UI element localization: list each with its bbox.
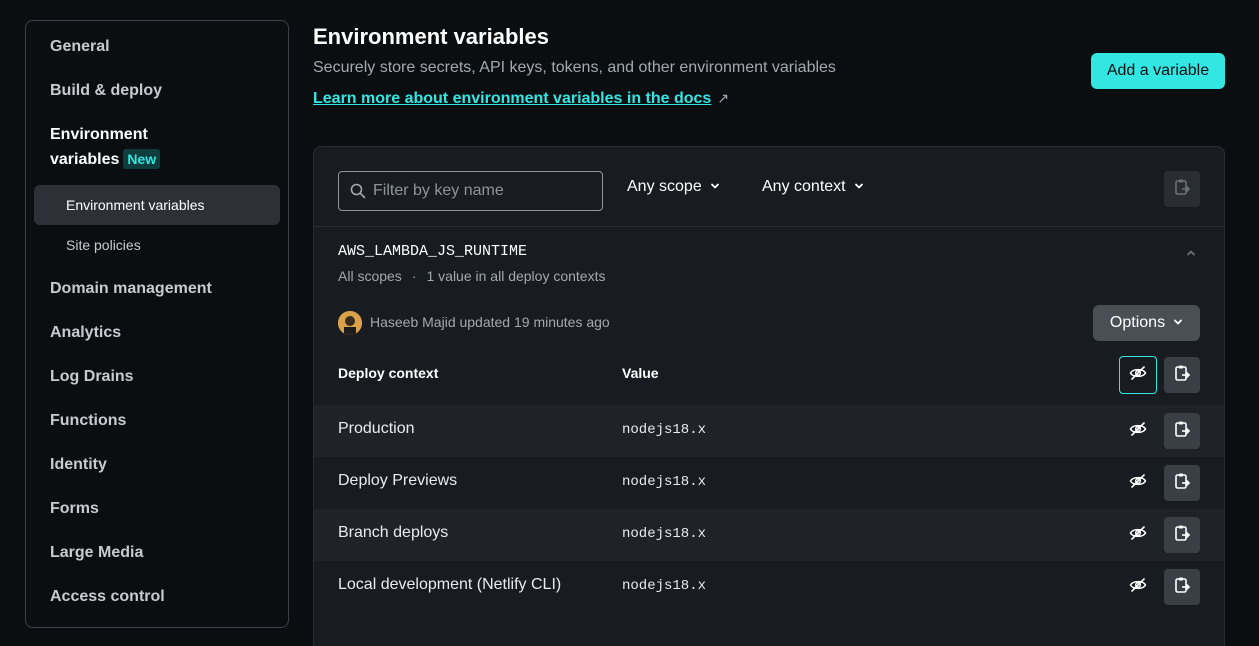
toggle-visibility-button[interactable] xyxy=(1124,573,1152,601)
context-dropdown[interactable]: Any context xyxy=(762,178,864,196)
search-field[interactable] xyxy=(338,171,603,211)
value-cell: nodejs18.x xyxy=(622,422,707,438)
variable-meta: All scopes · 1 value in all deploy context… xyxy=(338,268,606,284)
deploy-context-cell: Local development (Netlify CLI) xyxy=(338,576,562,593)
sidebar-item-general[interactable]: General xyxy=(50,37,110,57)
eye-slash-icon xyxy=(1129,576,1147,599)
table-row: Branch deploys nodejs18.x xyxy=(314,509,1224,561)
sidebar-item-label-line2: variables xyxy=(50,151,120,168)
value-cell: nodejs18.x xyxy=(622,578,707,594)
docs-link-label: Learn more about environment variables i… xyxy=(313,90,712,107)
subnav-site-policies[interactable]: Site policies xyxy=(34,225,280,265)
sidebar-item-identity[interactable]: Identity xyxy=(50,455,107,475)
variable-summary: 1 value in all deploy contexts xyxy=(426,268,606,284)
eye-slash-icon xyxy=(1129,472,1147,495)
sidebar-item-analytics[interactable]: Analytics xyxy=(50,323,121,343)
subnav-environment-variables[interactable]: Environment variables xyxy=(34,185,280,225)
eye-slash-icon xyxy=(1129,364,1147,387)
toggle-visibility-button[interactable] xyxy=(1124,417,1152,445)
variables-card: Any scope Any context AWS_LAMBDA_JS_RUNT… xyxy=(313,146,1225,646)
copy-to-clipboard-icon xyxy=(1173,576,1191,599)
options-button-label: Options xyxy=(1109,314,1166,331)
chevron-down-icon xyxy=(1173,314,1183,332)
add-variable-button[interactable]: Add a variable xyxy=(1091,53,1225,89)
copy-to-clipboard-icon xyxy=(1173,178,1191,201)
page-title: Environment variables xyxy=(313,24,549,49)
value-cell: nodejs18.x xyxy=(622,474,707,490)
copy-to-clipboard-icon xyxy=(1173,364,1191,387)
scope-dropdown[interactable]: Any scope xyxy=(627,178,720,196)
avatar xyxy=(338,311,362,335)
copy-all-values-button[interactable] xyxy=(1164,357,1200,393)
column-header-context: Deploy context xyxy=(338,365,439,381)
copy-to-clipboard-icon xyxy=(1173,420,1191,443)
chevron-down-icon xyxy=(854,178,864,196)
copy-value-button[interactable] xyxy=(1164,569,1200,605)
page-subtitle: Securely store secrets, API keys, tokens… xyxy=(313,59,836,76)
copy-value-button[interactable] xyxy=(1164,413,1200,449)
sidebar-item-domain-management[interactable]: Domain management xyxy=(50,279,212,299)
variable-key: AWS_LAMBDA_JS_RUNTIME xyxy=(338,243,528,260)
search-icon xyxy=(350,183,366,204)
value-cell: nodejs18.x xyxy=(622,526,707,542)
copy-to-clipboard-icon xyxy=(1173,524,1191,547)
eye-slash-icon xyxy=(1129,524,1147,547)
chevron-up-icon xyxy=(1186,245,1196,262)
table-row: Local development (Netlify CLI) nodejs18… xyxy=(314,561,1224,613)
sidebar-item-access-control[interactable]: Access control xyxy=(50,587,165,607)
deploy-context-cell: Branch deploys xyxy=(338,524,449,541)
sidebar-item-label-line1: Environment xyxy=(50,126,148,143)
sidebar-item-functions[interactable]: Functions xyxy=(50,411,126,431)
toggle-all-visibility-button[interactable] xyxy=(1119,356,1157,394)
sidebar-item-environment-variables[interactable]: Environment variables New xyxy=(50,125,161,170)
search-input[interactable] xyxy=(373,172,593,210)
docs-link[interactable]: Learn more about environment variables i… xyxy=(313,90,729,108)
collapse-button[interactable] xyxy=(1186,245,1196,263)
variable-scopes: All scopes xyxy=(338,268,402,284)
settings-sidebar: General Build & deploy Environment varia… xyxy=(25,20,289,628)
sidebar-item-log-drains[interactable]: Log Drains xyxy=(50,367,134,387)
eye-slash-icon xyxy=(1129,420,1147,443)
toggle-visibility-button[interactable] xyxy=(1124,521,1152,549)
deploy-context-cell: Deploy Previews xyxy=(338,472,458,489)
copy-value-button[interactable] xyxy=(1164,465,1200,501)
table-row: Deploy Previews nodejs18.x xyxy=(314,457,1224,509)
copy-to-clipboard-icon xyxy=(1173,472,1191,495)
toggle-visibility-button[interactable] xyxy=(1124,469,1152,497)
scope-dropdown-label: Any scope xyxy=(627,178,702,195)
sidebar-item-build-deploy[interactable]: Build & deploy xyxy=(50,81,162,101)
updated-info: Haseeb Majid updated 19 minutes ago xyxy=(370,314,610,330)
table-row: Production nodejs18.x xyxy=(314,405,1224,457)
copy-value-button[interactable] xyxy=(1164,517,1200,553)
new-badge: New xyxy=(123,149,161,169)
deploy-context-cell: Production xyxy=(338,420,415,437)
external-link-icon: ↗ xyxy=(717,90,730,106)
chevron-down-icon xyxy=(710,178,720,196)
options-button[interactable]: Options xyxy=(1093,305,1200,341)
sidebar-item-forms[interactable]: Forms xyxy=(50,499,99,519)
column-header-value: Value xyxy=(622,365,659,381)
sidebar-item-large-media[interactable]: Large Media xyxy=(50,543,143,563)
filter-toolbar: Any scope Any context xyxy=(314,147,1224,227)
copy-all-button[interactable] xyxy=(1164,171,1200,207)
context-dropdown-label: Any context xyxy=(762,178,846,195)
